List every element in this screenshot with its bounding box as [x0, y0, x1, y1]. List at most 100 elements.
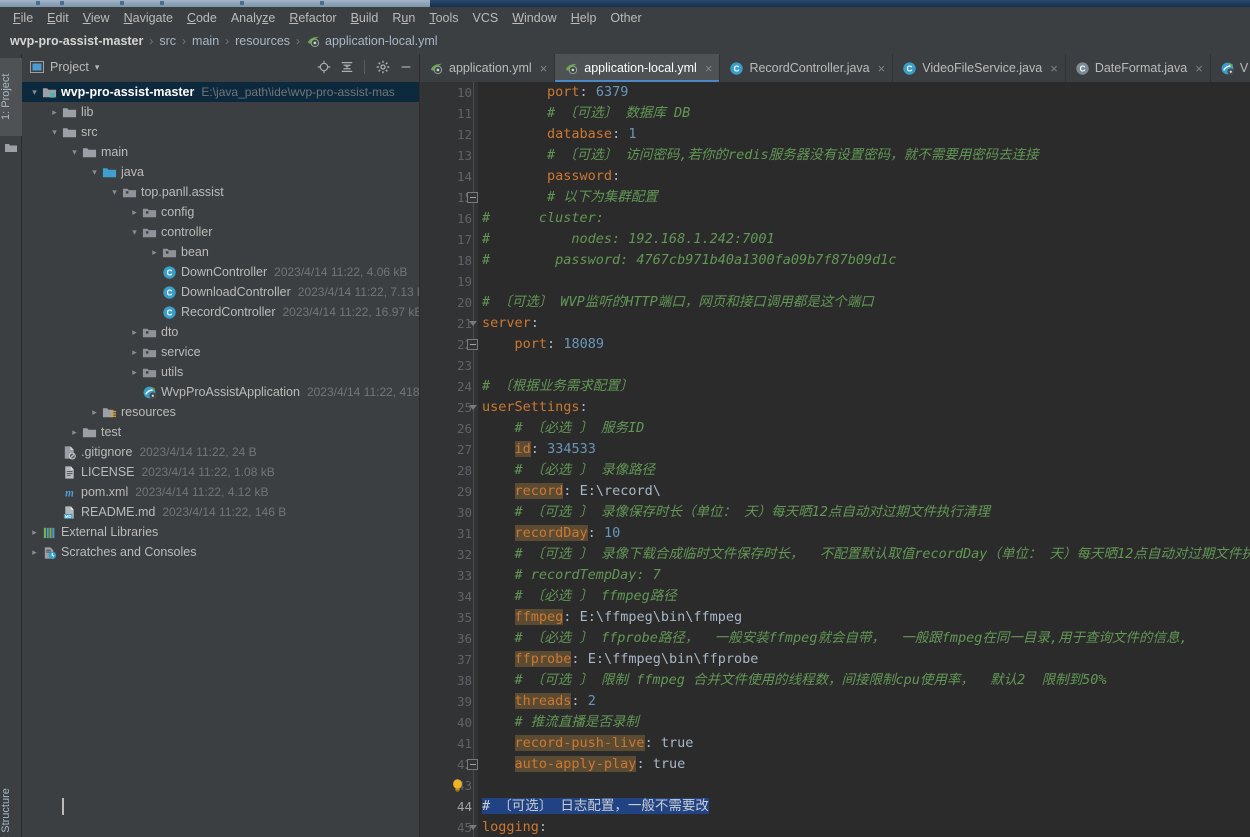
chevron-down-icon[interactable]: ▾ — [28, 87, 41, 98]
sidebar-item-structure[interactable]: 2: Structure — [0, 774, 22, 837]
close-icon[interactable]: × — [1195, 61, 1203, 76]
code-line[interactable]: auto-apply-play: true — [478, 754, 1250, 775]
code-line[interactable]: # nodes: 192.168.1.242:7001 — [478, 229, 1250, 250]
chevron-right-icon[interactable]: ▸ — [128, 207, 141, 218]
minimize-icon[interactable] — [397, 59, 414, 76]
breadcrumb-item-1[interactable]: src — [159, 34, 176, 48]
chevron-down-icon[interactable]: ▾ — [68, 147, 81, 158]
tree-row[interactable]: ▾ java — [22, 162, 420, 182]
code-line[interactable]: # recordTempDay: 7 — [478, 565, 1250, 586]
tree-row[interactable]: ▸ External Libraries — [22, 522, 420, 542]
tree-row[interactable]: MD README.md 2023/4/14 11:22, 146 B — [22, 502, 420, 522]
chevron-right-icon[interactable]: ▸ — [128, 327, 141, 338]
chevron-down-icon[interactable]: ▾ — [95, 62, 100, 73]
chevron-right-icon[interactable]: ▸ — [68, 427, 81, 438]
tree-row[interactable]: WvpProAssistApplication 2023/4/14 11:22, … — [22, 382, 420, 402]
code-line[interactable]: recordDay: 10 — [478, 523, 1250, 544]
fold-end-icon[interactable] — [467, 759, 478, 770]
code-line[interactable]: # 〔必选 〕 录像路径 — [478, 460, 1250, 481]
menu-item-view[interactable]: View — [76, 9, 117, 27]
editor-tab-application-yml[interactable]: application.yml × — [420, 54, 556, 82]
code-line[interactable]: port: 6379 — [478, 82, 1250, 103]
code-line[interactable]: # 〔必选 〕 服务ID — [478, 418, 1250, 439]
code-line[interactable]: server: — [478, 313, 1250, 334]
breadcrumb-item-2[interactable]: main — [192, 34, 219, 48]
tree-row[interactable]: ▾ wvp-pro-assist-master E:\java_path\ide\w… — [22, 82, 420, 102]
gear-icon[interactable] — [374, 59, 391, 76]
close-icon[interactable]: × — [1050, 61, 1058, 76]
code-line[interactable]: # password: 4767cb971b40a1300fa09b7f87b0… — [478, 250, 1250, 271]
intention-bulb-icon[interactable] — [451, 778, 464, 792]
code-line[interactable]: id: 334533 — [478, 439, 1250, 460]
code-line[interactable]: password: — [478, 166, 1250, 187]
menu-item-navigate[interactable]: Navigate — [117, 9, 180, 27]
fold-end-icon[interactable] — [467, 192, 478, 203]
menu-item-other[interactable]: Other — [603, 9, 648, 27]
fold-collapse-icon[interactable] — [467, 822, 478, 833]
code-line[interactable]: # 〔可选 〕 录像保存时长（单位： 天）每天晒12点自动对过期文件执行清理 — [478, 502, 1250, 523]
fold-collapse-icon[interactable] — [467, 402, 478, 413]
menu-item-analyze[interactable]: Analyze — [224, 9, 282, 27]
chevron-down-icon[interactable]: ▾ — [108, 187, 121, 198]
breadcrumb-item-3[interactable]: resources — [235, 34, 290, 48]
breadcrumb-item-4[interactable]: application-local.yml — [306, 34, 438, 49]
menu-item-refactor[interactable]: Refactor — [282, 9, 343, 27]
chevron-down-icon[interactable]: ▾ — [48, 127, 61, 138]
tree-row[interactable]: ▸ config — [22, 202, 420, 222]
code-line[interactable]: # 〔必选 〕 ffmpeg路径 — [478, 586, 1250, 607]
code-line[interactable]: record: E:\record\ — [478, 481, 1250, 502]
code-line[interactable]: # 〔根据业务需求配置〕 — [478, 376, 1250, 397]
editor-tab-v[interactable]: V — [1211, 54, 1250, 82]
project-tree[interactable]: ▾ wvp-pro-assist-master E:\java_path\ide\w… — [22, 80, 420, 562]
code-editor[interactable]: 10 11 12 13 14 15 16 17 18 19 20 21 22 23 24 25 26 27 28 29… — [420, 82, 1250, 837]
editor-tab-videofileservice-java[interactable]: C VideoFileService.java × — [893, 54, 1066, 82]
menu-item-help[interactable]: Help — [564, 9, 604, 27]
chevron-right-icon[interactable]: ▸ — [128, 347, 141, 358]
code-line[interactable]: threads: 2 — [478, 691, 1250, 712]
editor-gutter[interactable]: 10 11 12 13 14 15 16 17 18 19 20 21 22 23 24 25 26 27 28 29… — [420, 82, 478, 837]
sidebar-item-project[interactable]: 1: Project — [0, 58, 22, 136]
tree-row[interactable]: ▸ test — [22, 422, 420, 442]
tree-row[interactable]: C RecordController 2023/4/14 11:22, 16.97 … — [22, 302, 420, 322]
close-icon[interactable]: × — [705, 61, 713, 76]
code-line[interactable]: port: 18089 — [478, 334, 1250, 355]
fold-end-icon[interactable] — [467, 339, 478, 350]
collapse-all-icon[interactable] — [338, 59, 355, 76]
menu-item-window[interactable]: Window — [505, 9, 563, 27]
menu-item-vcs[interactable]: VCS — [466, 9, 506, 27]
chevron-down-icon[interactable]: ▾ — [88, 167, 101, 178]
tree-row[interactable]: C DownloadController 2023/4/14 11:22, 7.13… — [22, 282, 420, 302]
code-line[interactable]: logging: — [478, 817, 1250, 837]
code-line[interactable]: # 以下为集群配置 — [478, 187, 1250, 208]
code-line[interactable]: userSettings: — [478, 397, 1250, 418]
tree-row[interactable]: ▸ resources — [22, 402, 420, 422]
editor-code-area[interactable]: port: 6379 # 〔可选〕 数据库 DB database: 1 # 〔… — [478, 82, 1250, 837]
chevron-down-icon[interactable]: ▾ — [128, 227, 141, 238]
tree-row[interactable]: ▸ Scratches and Consoles — [22, 542, 420, 562]
code-line[interactable] — [478, 271, 1250, 292]
close-icon[interactable]: × — [540, 61, 548, 76]
chevron-right-icon[interactable]: ▸ — [148, 247, 161, 258]
fold-collapse-icon[interactable] — [467, 318, 478, 329]
tree-row[interactable]: ▸ service — [22, 342, 420, 362]
tree-row[interactable]: LICENSE 2023/4/14 11:22, 1.08 kB — [22, 462, 420, 482]
code-line[interactable]: # cluster: — [478, 208, 1250, 229]
tree-row[interactable]: C DownController 2023/4/14 11:22, 4.06 kB — [22, 262, 420, 282]
code-line[interactable]: # 〔可选〕 WVP监听的HTTP端口，网页和接口调用都是这个端口 — [478, 292, 1250, 313]
menu-item-tools[interactable]: Tools — [422, 9, 465, 27]
code-line[interactable]: # 〔可选〕 数据库 DB — [478, 103, 1250, 124]
code-line[interactable]: # 〔可选〕 访问密码,若你的redis服务器没有设置密码，就不需要用密码去连接 — [478, 145, 1250, 166]
editor-tab-dateformat-java[interactable]: C DateFormat.java × — [1066, 54, 1211, 82]
tree-row[interactable]: .gitignore 2023/4/14 11:22, 24 B — [22, 442, 420, 462]
breadcrumb-item-0[interactable]: wvp-pro-assist-master — [10, 34, 143, 48]
chevron-right-icon[interactable]: ▸ — [88, 407, 101, 418]
code-line[interactable] — [478, 355, 1250, 376]
chevron-right-icon[interactable]: ▸ — [48, 107, 61, 118]
menu-item-edit[interactable]: Edit — [40, 9, 76, 27]
code-line[interactable]: # 〔可选 〕 录像下载合成临时文件保存时长， 不配置默认取值recordDay… — [478, 544, 1250, 565]
code-line[interactable]: # 〔可选〕 日志配置，一般不需要改 — [478, 796, 1250, 817]
menu-item-code[interactable]: Code — [180, 9, 224, 27]
chevron-right-icon[interactable]: ▸ — [128, 367, 141, 378]
editor-tab-recordcontroller-java[interactable]: C RecordController.java × — [720, 54, 894, 82]
code-line[interactable]: # 推流直播是否录制 — [478, 712, 1250, 733]
